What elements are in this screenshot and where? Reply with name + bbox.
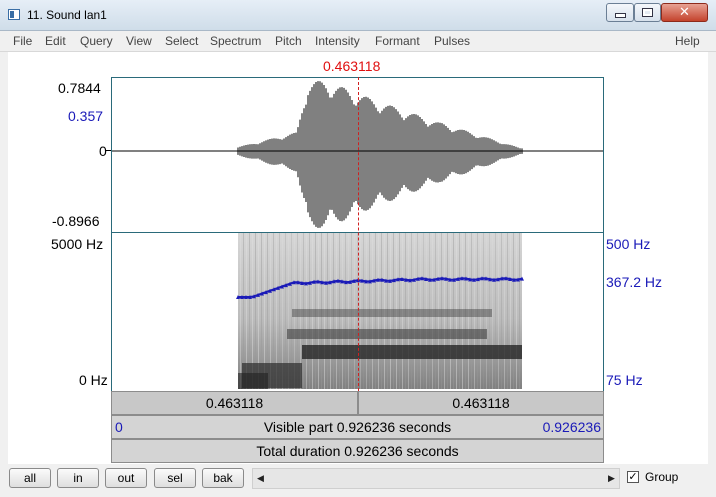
menu-select[interactable]: Select bbox=[165, 34, 198, 48]
selection-right-time: 0.463118 bbox=[452, 395, 510, 411]
menu-help[interactable]: Help bbox=[675, 34, 700, 48]
maximize-button[interactable] bbox=[634, 3, 661, 22]
time-scrollbar[interactable]: ◀ ▶ bbox=[252, 468, 620, 489]
all-button[interactable]: all bbox=[9, 468, 51, 488]
group-checkbox[interactable]: ✓ bbox=[627, 471, 639, 483]
menu-file[interactable]: File bbox=[13, 34, 32, 48]
window-title: 11. Sound lan1 bbox=[27, 8, 107, 22]
menu-formant[interactable]: Formant bbox=[375, 34, 420, 48]
visible-part-bar[interactable]: 0 Visible part 0.926236 seconds 0.926236 bbox=[111, 415, 604, 439]
waveform-zero-label: 0 bbox=[99, 143, 107, 159]
group-label: Group bbox=[645, 470, 679, 484]
visible-start: 0 bbox=[115, 419, 123, 435]
close-icon: ✕ bbox=[679, 5, 690, 20]
menu-query[interactable]: Query bbox=[80, 34, 113, 48]
pitch-current-label: 367.2 Hz bbox=[606, 274, 663, 290]
menu-intensity[interactable]: Intensity bbox=[315, 34, 360, 48]
in-button[interactable]: in bbox=[57, 468, 99, 488]
waveform-max-label: 0.7844 bbox=[58, 80, 101, 96]
minimize-button[interactable] bbox=[606, 3, 634, 22]
menu-view[interactable]: View bbox=[126, 34, 152, 48]
scroll-right-icon[interactable]: ▶ bbox=[604, 469, 619, 488]
menu-edit[interactable]: Edit bbox=[45, 34, 66, 48]
selection-left-bar[interactable]: 0.463118 bbox=[111, 391, 358, 415]
spectrogram-bottom-freq: 0 Hz bbox=[79, 372, 108, 388]
bottom-toolbar: all in out sel bak ◀ ▶ bbox=[0, 464, 716, 497]
menu-bar: File Edit Query View Select Spectrum Pit… bbox=[0, 31, 716, 52]
cursor-time-label: 0.463118 bbox=[323, 58, 381, 74]
sel-button[interactable]: sel bbox=[154, 468, 196, 488]
bak-button[interactable]: bak bbox=[202, 468, 244, 488]
window-icon bbox=[8, 9, 20, 20]
maximize-icon bbox=[642, 8, 653, 17]
total-duration-label: Total duration 0.926236 seconds bbox=[256, 443, 459, 459]
visible-end: 0.926236 bbox=[542, 419, 601, 435]
minimize-icon bbox=[614, 13, 626, 18]
menu-pulses[interactable]: Pulses bbox=[434, 34, 470, 48]
waveform-min-label: -0.8966 bbox=[52, 213, 100, 229]
total-duration-bar[interactable]: Total duration 0.926236 seconds bbox=[111, 439, 604, 463]
close-button[interactable]: ✕ bbox=[661, 3, 708, 22]
pitch-bottom-label: 75 Hz bbox=[606, 372, 643, 388]
waveform-cursor-value: 0.357 bbox=[68, 108, 104, 124]
cursor-line bbox=[358, 77, 359, 391]
selection-right-bar[interactable]: 0.463118 bbox=[358, 391, 604, 415]
scroll-left-icon[interactable]: ◀ bbox=[253, 469, 268, 488]
spectrogram-top-freq: 5000 Hz bbox=[51, 236, 104, 252]
pitch-top-label: 500 Hz bbox=[606, 236, 651, 252]
menu-pitch[interactable]: Pitch bbox=[275, 34, 302, 48]
selection-left-time: 0.463118 bbox=[205, 395, 264, 411]
visible-part-label: Visible part 0.926236 seconds bbox=[263, 419, 452, 435]
menu-spectrum[interactable]: Spectrum bbox=[210, 34, 261, 48]
out-button[interactable]: out bbox=[105, 468, 147, 488]
zero-tick bbox=[106, 150, 111, 151]
title-bar: 11. Sound lan1 ✕ bbox=[0, 0, 716, 31]
